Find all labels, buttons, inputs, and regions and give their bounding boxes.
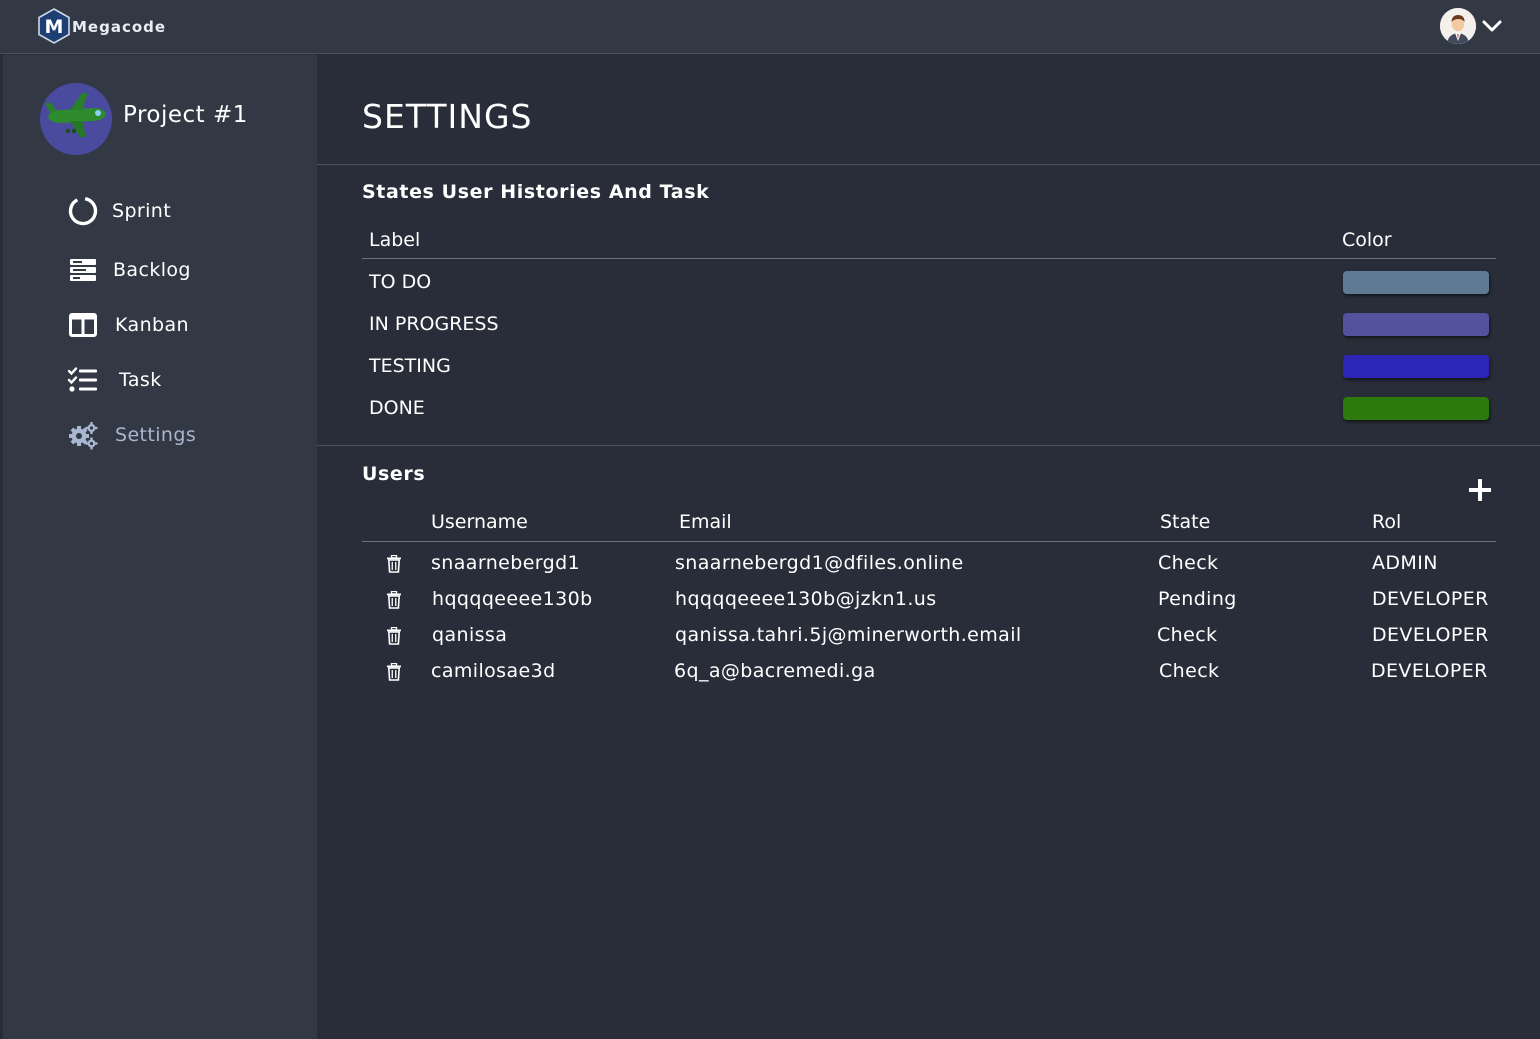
column-header-email: Email xyxy=(679,511,732,533)
circle-progress-icon xyxy=(67,195,99,227)
cell-state: Pending xyxy=(1158,588,1237,610)
cell-rol: ADMIN xyxy=(1372,552,1438,574)
logo-initial: M xyxy=(45,16,64,38)
trash-icon[interactable] xyxy=(386,591,402,609)
state-row: TESTING xyxy=(362,347,1496,387)
cell-state: Check xyxy=(1158,552,1219,574)
sidebar-item-label: Sprint xyxy=(112,200,172,222)
state-row: DONE xyxy=(362,389,1496,429)
states-section-title: States User Histories And Task xyxy=(362,181,710,203)
column-header-username: Username xyxy=(431,511,528,533)
megacode-logo-icon: M xyxy=(38,8,70,44)
state-color-swatch[interactable] xyxy=(1343,271,1489,294)
app-logo[interactable]: M Megacode xyxy=(37,8,166,44)
sidebar-item-settings[interactable]: Settings xyxy=(67,419,196,451)
column-header-color: Color xyxy=(1342,229,1392,251)
sidebar-item-label: Kanban xyxy=(115,314,189,336)
divider xyxy=(317,445,1540,446)
state-label: DONE xyxy=(369,397,425,419)
gears-icon xyxy=(67,419,99,451)
cell-state: Check xyxy=(1159,660,1220,682)
sidebar-item-sprint[interactable]: Sprint xyxy=(67,195,171,227)
sidebar-item-label: Task xyxy=(119,369,162,391)
state-label: TO DO xyxy=(369,271,432,293)
trash-icon[interactable] xyxy=(386,627,402,645)
column-header-label: Label xyxy=(369,229,421,251)
top-bar: M Megacode xyxy=(0,0,1540,54)
state-color-swatch[interactable] xyxy=(1343,313,1489,336)
backlog-icon xyxy=(67,254,99,286)
airplane-icon xyxy=(40,83,112,155)
divider xyxy=(317,164,1540,165)
cell-username: hqqqqeeee130b xyxy=(432,588,593,610)
column-header-state: State xyxy=(1160,511,1211,533)
sidebar-item-label: Backlog xyxy=(113,259,191,281)
main-content: SETTINGS States User Histories And Task … xyxy=(317,55,1540,1039)
task-list-icon xyxy=(67,364,99,396)
state-row: IN PROGRESS xyxy=(362,305,1496,345)
project-avatar xyxy=(40,83,112,155)
table-row: qanissa qanissa.tahri.5j@minerworth.emai… xyxy=(362,618,1496,654)
sidebar-item-label: Settings xyxy=(115,424,197,446)
table-row: snaarnebergd1 snaarnebergd1@dfiles.onlin… xyxy=(362,546,1496,582)
cell-email: snaarnebergd1@dfiles.online xyxy=(675,552,964,574)
cell-username: qanissa xyxy=(432,624,508,646)
users-table-header: Username Email State Rol xyxy=(362,509,1496,542)
state-color-swatch[interactable] xyxy=(1343,397,1489,420)
cell-email: hqqqqeeee130b@jzkn1.us xyxy=(675,588,937,610)
cell-rol: DEVELOPER xyxy=(1372,624,1489,646)
cell-rol: DEVELOPER xyxy=(1371,660,1488,682)
users-section-title: Users xyxy=(362,463,426,485)
table-row: hqqqqeeee130b hqqqqeeee130b@jzkn1.us Pen… xyxy=(362,582,1496,618)
table-row: camilosae3d 6q_a@bacremedi.ga Check DEVE… xyxy=(362,654,1496,690)
cell-email: 6q_a@bacremedi.ga xyxy=(674,660,876,682)
trash-icon[interactable] xyxy=(386,555,402,573)
cell-rol: DEVELOPER xyxy=(1372,588,1489,610)
add-user-button[interactable] xyxy=(1467,477,1493,503)
cell-username: snaarnebergd1 xyxy=(431,552,581,574)
trash-icon[interactable] xyxy=(386,663,402,681)
page-title: SETTINGS xyxy=(362,97,533,136)
state-color-swatch[interactable] xyxy=(1343,355,1489,378)
sidebar-item-kanban[interactable]: Kanban xyxy=(67,309,189,341)
state-row: TO DO xyxy=(362,263,1496,303)
column-header-rol: Rol xyxy=(1372,511,1402,533)
sidebar-item-task[interactable]: Task xyxy=(67,364,162,396)
cell-state: Check xyxy=(1157,624,1218,646)
user-avatar-icon xyxy=(1440,8,1476,44)
state-label: IN PROGRESS xyxy=(369,313,499,335)
sidebar: Project #1 Sprint Backlog Kanban Task Se… xyxy=(3,55,317,1039)
brand-name: Megacode xyxy=(72,18,167,36)
kanban-icon xyxy=(67,309,99,341)
project-name: Project #1 xyxy=(123,102,248,128)
cell-username: camilosae3d xyxy=(431,660,556,682)
state-label: TESTING xyxy=(369,355,451,377)
chevron-down-icon[interactable] xyxy=(1480,14,1504,38)
user-avatar[interactable] xyxy=(1440,8,1476,44)
states-table-header: Label Color xyxy=(362,227,1496,259)
sidebar-item-backlog[interactable]: Backlog xyxy=(67,254,191,286)
cell-email: qanissa.tahri.5j@minerworth.email xyxy=(675,624,1022,646)
